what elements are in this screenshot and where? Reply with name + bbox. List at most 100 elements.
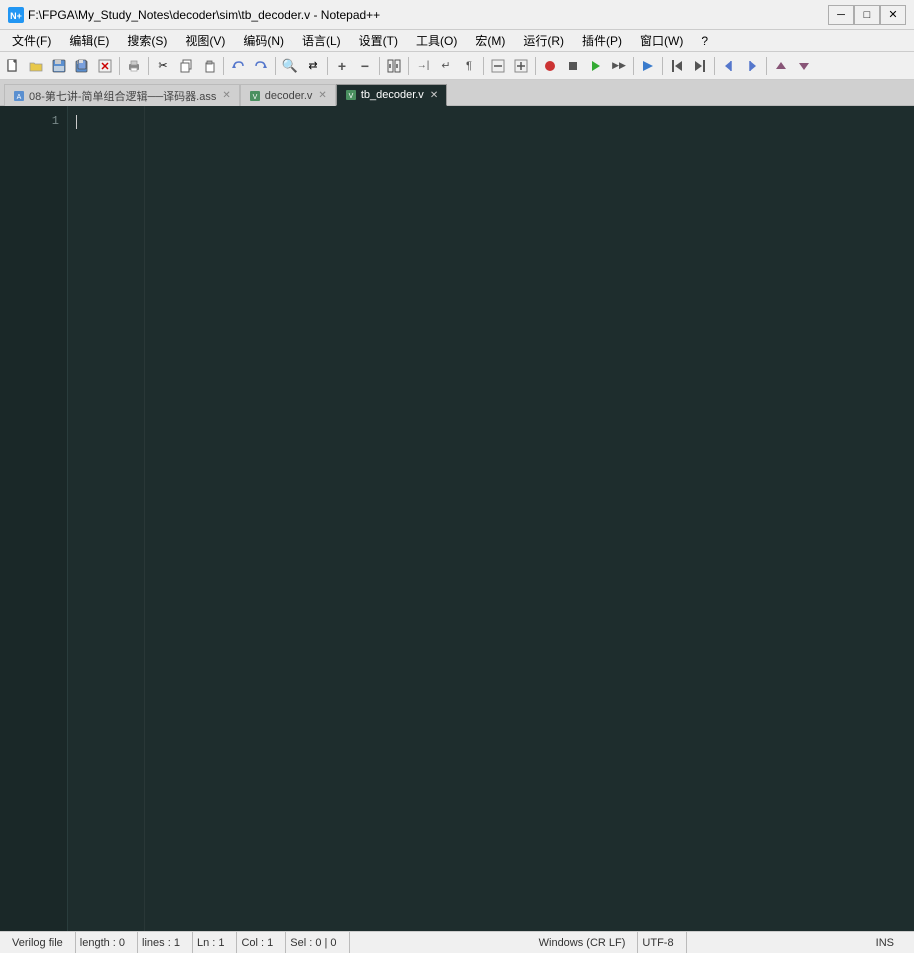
line-numbers: 1 <box>0 106 68 931</box>
toolbar-separator-2 <box>148 57 149 75</box>
status-filetype: Verilog file <box>8 932 76 953</box>
menu-view[interactable]: 视图(V) <box>177 31 233 51</box>
macro-stop-button[interactable] <box>562 55 584 77</box>
redo-button[interactable] <box>250 55 272 77</box>
scroll-down-button[interactable] <box>793 55 815 77</box>
collapse-button[interactable] <box>510 55 532 77</box>
menu-search[interactable]: 搜索(S) <box>119 31 175 51</box>
prev-doc-button[interactable] <box>666 55 688 77</box>
toolbar-separator-6 <box>379 57 380 75</box>
charset-label: UTF-8 <box>642 937 673 949</box>
toolbar-separator-5 <box>327 57 328 75</box>
menu-help[interactable]: ? <box>693 31 716 51</box>
tab-icon-0: A <box>13 90 25 102</box>
tab-label-1: decoder.v <box>265 90 313 102</box>
maximize-button[interactable]: □ <box>854 5 880 25</box>
next-doc-button[interactable] <box>689 55 711 77</box>
title-bar: N+ F:\FPGA\My_Study_Notes\decoder\sim\tb… <box>0 0 914 30</box>
tab-close-0[interactable]: ✕ <box>222 90 230 101</box>
toolbar-separator-1 <box>119 57 120 75</box>
editor-container[interactable]: 1 <box>0 106 914 931</box>
toolbar-separator-4 <box>275 57 276 75</box>
svg-text:A: A <box>17 94 22 101</box>
svg-text:N+: N+ <box>10 11 22 21</box>
tab-label-2: tb_decoder.v <box>361 89 424 101</box>
move-left-button[interactable] <box>718 55 740 77</box>
length-label: length : 0 <box>80 937 125 949</box>
tab-label-0: 08-第七讲-简单组合逻辑──译码器.ass <box>29 88 216 104</box>
sel-label: Sel : 0 | 0 <box>290 937 336 949</box>
status-bar: Verilog file length : 0 lines : 1 Ln : 1… <box>0 931 914 953</box>
toolbar-separator-12 <box>714 57 715 75</box>
expand-button[interactable] <box>487 55 509 77</box>
status-ins: INS <box>872 932 906 953</box>
tab-bar: A 08-第七讲-简单组合逻辑──译码器.ass ✕ V decoder.v ✕… <box>0 80 914 106</box>
find-button[interactable]: 🔍 <box>279 55 301 77</box>
status-length: length : 0 <box>76 932 138 953</box>
print-button[interactable] <box>123 55 145 77</box>
cut-button[interactable]: ✂ <box>152 55 174 77</box>
menu-encoding[interactable]: 编码(N) <box>235 31 292 51</box>
editor-content[interactable] <box>68 106 914 931</box>
run-macro-button[interactable] <box>637 55 659 77</box>
tab-0[interactable]: A 08-第七讲-简单组合逻辑──译码器.ass ✕ <box>4 84 240 106</box>
menu-window[interactable]: 窗口(W) <box>632 31 691 51</box>
status-encoding: Windows (CR LF) <box>535 932 639 953</box>
menu-plugins[interactable]: 插件(P) <box>574 31 630 51</box>
status-col: Col : 1 <box>237 932 286 953</box>
scroll-up-button[interactable] <box>770 55 792 77</box>
save-all-button[interactable] <box>71 55 93 77</box>
tab-icon-2: V <box>345 89 357 101</box>
window-controls: ─ □ ✕ <box>828 5 906 25</box>
tab-close-2[interactable]: ✕ <box>430 90 438 101</box>
replace-button[interactable]: ⇄ <box>302 55 324 77</box>
new-button[interactable] <box>2 55 24 77</box>
all-chars-button[interactable]: ¶ <box>458 55 480 77</box>
close-button[interactable]: ✕ <box>880 5 906 25</box>
zoom-in-button[interactable]: + <box>331 55 353 77</box>
menu-macro[interactable]: 宏(M) <box>467 31 513 51</box>
toolbar-separator-13 <box>766 57 767 75</box>
macro-play-button[interactable] <box>585 55 607 77</box>
zoom-out-button[interactable]: − <box>354 55 376 77</box>
encoding-label: Windows (CR LF) <box>539 937 626 949</box>
toolbar-separator-3 <box>223 57 224 75</box>
tab-2[interactable]: V tb_decoder.v ✕ <box>336 84 447 106</box>
status-charset: UTF-8 <box>638 932 686 953</box>
guide-line <box>144 106 145 931</box>
undo-button[interactable] <box>227 55 249 77</box>
menu-run[interactable]: 运行(R) <box>515 31 572 51</box>
col-label: Col : 1 <box>241 937 273 949</box>
copy-button[interactable] <box>175 55 197 77</box>
svg-text:V: V <box>252 94 257 101</box>
tab-1[interactable]: V decoder.v ✕ <box>240 84 336 106</box>
move-right-button[interactable] <box>741 55 763 77</box>
save-button[interactable] <box>48 55 70 77</box>
status-ln: Ln : 1 <box>193 932 238 953</box>
menu-bar: 文件(F) 编辑(E) 搜索(S) 视图(V) 编码(N) 语言(L) 设置(T… <box>0 30 914 52</box>
text-cursor <box>76 115 77 129</box>
menu-settings[interactable]: 设置(T) <box>351 31 406 51</box>
ln-label: Ln : 1 <box>197 937 225 949</box>
menu-edit[interactable]: 编辑(E) <box>61 31 117 51</box>
menu-language[interactable]: 语言(L) <box>294 31 349 51</box>
minimize-button[interactable]: ─ <box>828 5 854 25</box>
open-button[interactable] <box>25 55 47 77</box>
macro-record-button[interactable] <box>539 55 561 77</box>
paste-button[interactable] <box>198 55 220 77</box>
toolbar-separator-8 <box>483 57 484 75</box>
svg-text:V: V <box>348 93 353 100</box>
indent-guide-button[interactable]: →| <box>412 55 434 77</box>
toolbar-separator-7 <box>408 57 409 75</box>
app-icon: N+ <box>8 7 24 23</box>
menu-file[interactable]: 文件(F) <box>4 31 59 51</box>
close-doc-button[interactable] <box>94 55 116 77</box>
toolbar-separator-9 <box>535 57 536 75</box>
status-sel: Sel : 0 | 0 <box>286 932 349 953</box>
menu-tools[interactable]: 工具(O) <box>408 31 465 51</box>
macro-run-multiple-button[interactable]: ▶▶ <box>608 55 630 77</box>
tab-close-1[interactable]: ✕ <box>318 90 326 101</box>
toolbar: ✂ 🔍 ⇄ + − →| ↵ ¶ ▶▶ <box>0 52 914 80</box>
sync-scroll-button[interactable] <box>383 55 405 77</box>
word-wrap-button[interactable]: ↵ <box>435 55 457 77</box>
